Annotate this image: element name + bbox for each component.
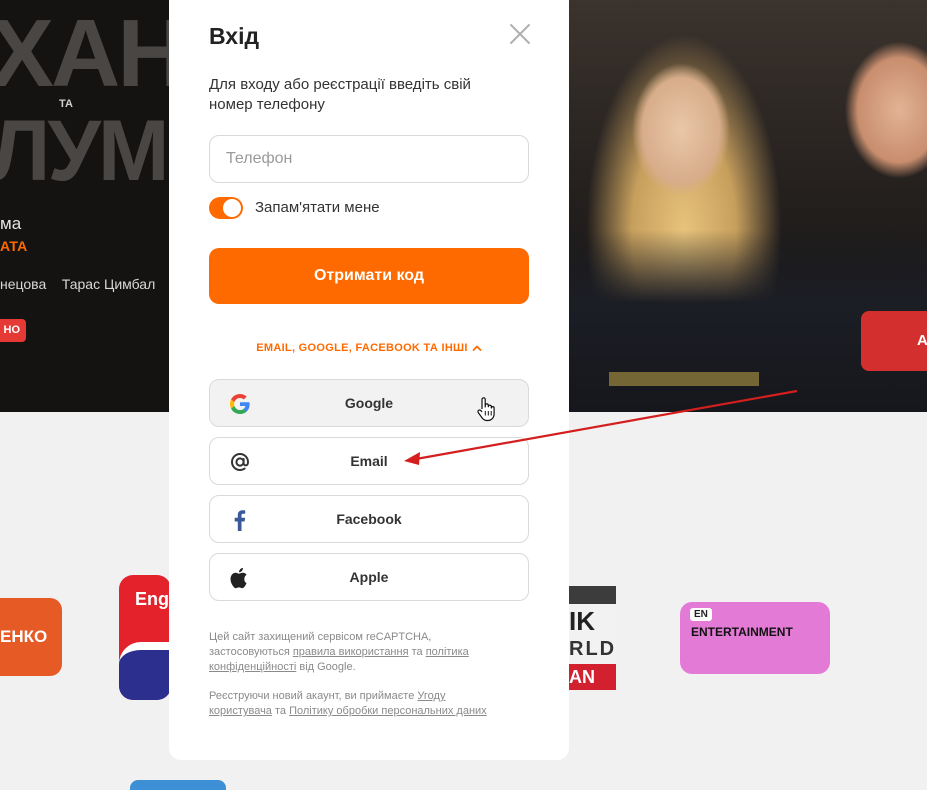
channel-tile-label: Eng [135,589,169,609]
alt-methods-toggle[interactable]: EMAIL, GOOGLE, FACEBOOK ТА ІНШІ [169,342,569,356]
channel-tile[interactable]: ЕНКО [0,598,62,676]
hero-title-line2: ЛУМ' [0,103,187,199]
hero-genre: ма [0,214,22,233]
get-code-button[interactable]: Отримати код [209,248,529,304]
channel-tile[interactable]: IK RLD AN [569,586,616,690]
apple-login-label: Apple [349,569,389,585]
channel-tile-badge: EN [690,608,712,621]
registration-notice: Реєструючи новий акаунт, ви приймаєте Уг… [209,690,487,717]
channel-tile[interactable]: EN ENTERTAINMENT [680,602,830,674]
email-login-label: Email [350,453,388,469]
chevron-up-icon [472,343,482,356]
channel-tile-label: IK [569,606,595,636]
hero-badge: НО [0,319,26,342]
terms-of-use-link[interactable]: правила використання [293,646,409,658]
hero-price: АТА [0,238,28,254]
alt-methods-label: EMAIL, GOOGLE, FACEBOOK ТА ІНШІ [256,342,468,354]
channel-tile-label: RLD [569,638,616,660]
hero-cta-button[interactable]: А [861,311,927,371]
apple-login-button[interactable]: Apple [209,553,529,601]
phone-input[interactable] [209,135,529,183]
modal-title: Вхід [209,23,260,49]
channel-tile[interactable]: Eng [119,575,171,700]
recaptcha-notice: Цей сайт захищений сервісом reCAPTCHA, з… [209,631,469,673]
login-modal: Вхід Для входу або реєстрації введіть св… [169,0,569,760]
hand-cursor-icon [476,396,496,422]
close-icon[interactable] [506,20,534,48]
facebook-login-button[interactable]: Facebook [209,495,529,543]
remember-me-toggle[interactable] [209,197,243,219]
channel-tile-label: AN [569,664,616,690]
email-login-button[interactable]: Email [209,437,529,485]
facebook-login-label: Facebook [336,511,402,527]
channel-tile[interactable] [130,780,226,790]
modal-subtitle: Для входу або реєстрації введіть свій но… [209,76,471,113]
personal-data-policy-link[interactable]: Політику обробки персональних даних [289,705,487,717]
hero-cast: нецова Тарас Цимбал [0,276,156,292]
remember-me-label: Запам'ятати мене [255,199,380,216]
channel-tile-label: ENTERTAINMENT [691,625,793,639]
